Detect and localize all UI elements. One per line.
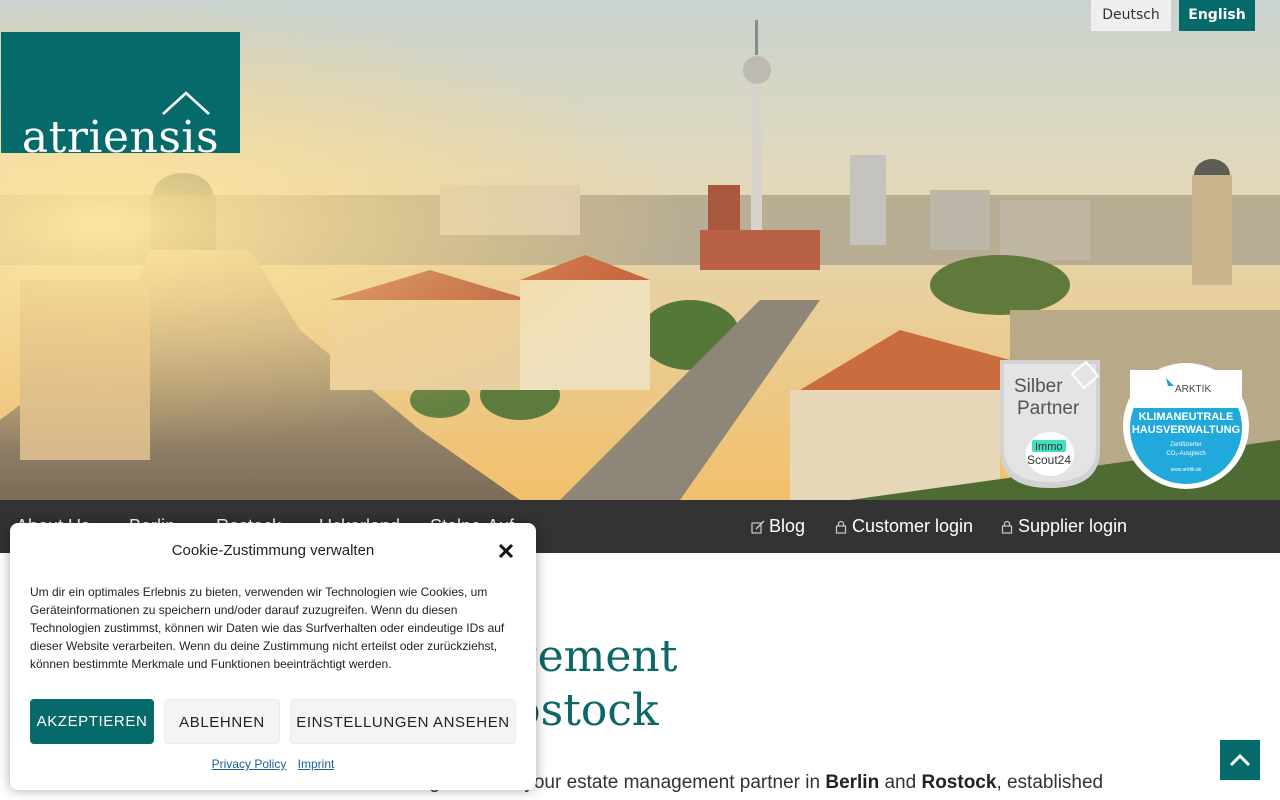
supplier-login-label: Supplier login	[1018, 516, 1128, 536]
intro-suffix: , established	[996, 772, 1104, 793]
co2-ausgleich-text: CO₂-Ausgleich	[1166, 451, 1205, 457]
arktik-climate-neutral-badge[interactable]: ARKTIK KLIMANEUTRALE HAUSVERWALTUNG Zert…	[1122, 362, 1250, 490]
hausverwaltung-text: HAUSVERWALTUNG	[1132, 424, 1240, 436]
lock-icon	[1001, 520, 1013, 534]
cookie-settings-button[interactable]: EINSTELLUNGEN ANSEHEN	[290, 699, 516, 744]
hero-image: atriensis Deutsch English Silber Partner…	[0, 0, 1280, 500]
logo-text: atriensis	[21, 112, 220, 163]
nav-item-customer-login[interactable]: Customer login	[834, 500, 973, 553]
lock-icon	[835, 520, 847, 534]
cookie-dialog-links: Privacy Policy Imprint	[10, 757, 536, 771]
arktik-url-text: www.arktik.de	[1171, 467, 1202, 473]
chevron-up-icon	[1229, 753, 1251, 767]
cookie-dialog-title: Cookie-Zustimmung verwalten	[171, 542, 375, 559]
blog-label: Blog	[769, 516, 806, 536]
cookie-consent-dialog: Cookie-Zustimmung verwalten Um dir ein o…	[10, 523, 536, 790]
nav-item-blog[interactable]: Blog	[751, 500, 805, 553]
atriensis-logo[interactable]: atriensis	[1, 32, 240, 163]
partner-text: Partner	[1017, 398, 1080, 419]
cookie-deny-button[interactable]: ABLEHNEN	[164, 699, 280, 744]
privacy-policy-link[interactable]: Privacy Policy	[212, 757, 287, 771]
imprint-link[interactable]: Imprint	[298, 757, 335, 771]
close-icon[interactable]	[497, 542, 515, 560]
intro-and: and	[879, 772, 922, 793]
edit-icon	[751, 520, 765, 534]
nav-item-supplier-login[interactable]: Supplier login	[1000, 500, 1127, 553]
zertifizierter-text: Zertifizierter	[1170, 442, 1202, 448]
klimaneutrale-text: KLIMANEUTRALE	[1139, 411, 1234, 423]
arktik-badge-graphic: ARKTIK KLIMANEUTRALE HAUSVERWALTUNG Zert…	[1123, 363, 1249, 489]
intro-city-rostock: Rostock	[921, 772, 997, 793]
arktik-brand-text: ARKTIK	[1175, 384, 1211, 395]
scout24-text: Scout24	[1027, 453, 1071, 467]
language-english-button[interactable]: English	[1179, 0, 1255, 31]
page: atriensis Deutsch English Silber Partner…	[0, 0, 1280, 800]
customer-login-label: Customer login	[852, 516, 974, 536]
immoscout-silber-partner-badge[interactable]: Silber Partner Immo Scout24	[1000, 360, 1100, 488]
intro-city-berlin: Berlin	[825, 772, 880, 793]
cookie-accept-button[interactable]: AKZEPTIEREN	[30, 699, 154, 744]
silber-partner-badge-graphic: Silber Partner Immo Scout24	[1000, 360, 1100, 488]
silber-text: Silber	[1014, 376, 1063, 397]
cookie-dialog-text: Um dir ein optimales Erlebnis zu bieten,…	[30, 585, 505, 671]
language-deutsch-button[interactable]: Deutsch	[1091, 0, 1171, 31]
immo-text: Immo	[1035, 441, 1063, 453]
scroll-to-top-button[interactable]	[1220, 740, 1260, 780]
